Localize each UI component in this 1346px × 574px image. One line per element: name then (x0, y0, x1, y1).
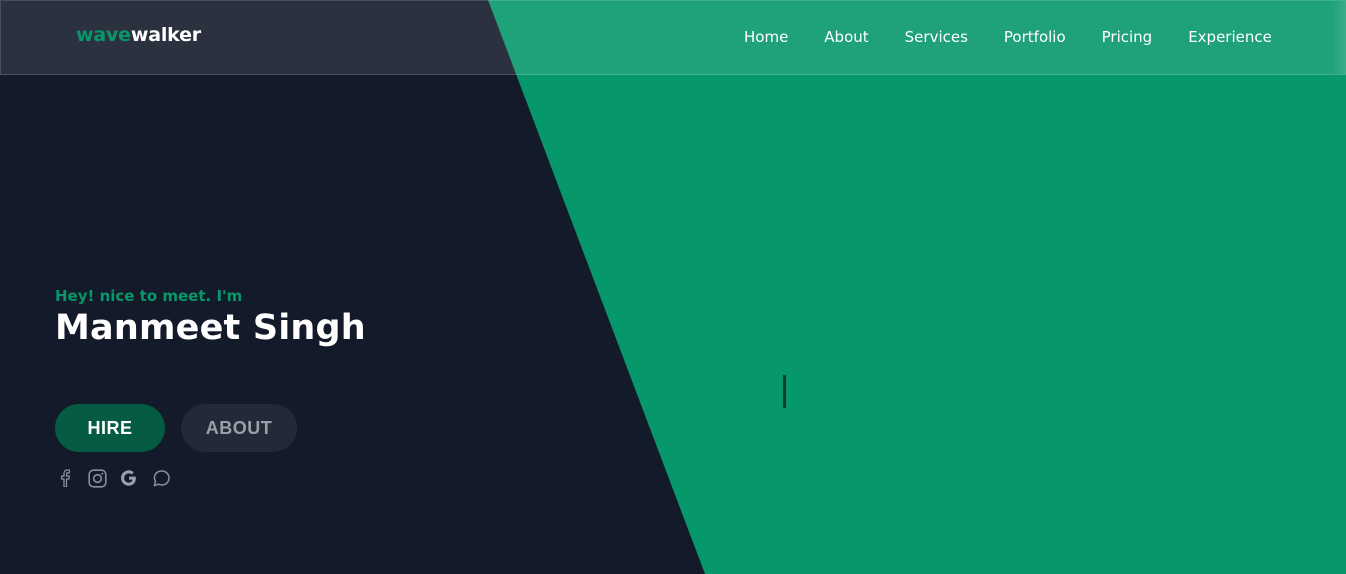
google-icon[interactable] (119, 467, 139, 489)
navbar: wavewalker Home About Services Portfolio… (0, 0, 1346, 75)
nav-link-about[interactable]: About (824, 28, 868, 46)
hero-name: Manmeet Singh (55, 308, 366, 348)
hero-greeting: Hey! nice to meet. I'm (55, 287, 243, 305)
nav-links: Home About Services Portfolio Pricing Ex… (744, 28, 1308, 46)
about-button[interactable]: ABOUT (181, 404, 297, 452)
logo[interactable]: wavewalker (76, 24, 201, 46)
nav-link-services[interactable]: Services (905, 28, 968, 46)
logo-part-walker: walker (130, 24, 201, 46)
nav-link-pricing[interactable]: Pricing (1102, 28, 1153, 46)
nav-link-home[interactable]: Home (744, 28, 788, 46)
nav-link-portfolio[interactable]: Portfolio (1004, 28, 1066, 46)
hire-button[interactable]: HIRE (55, 404, 165, 452)
social-links (55, 467, 183, 489)
instagram-icon[interactable] (87, 467, 107, 489)
logo-part-wave: wave (76, 24, 131, 46)
nav-link-experience[interactable]: Experience (1188, 28, 1272, 46)
typing-cursor (783, 375, 786, 408)
facebook-icon[interactable] (55, 467, 75, 489)
chat-icon[interactable] (151, 467, 171, 489)
